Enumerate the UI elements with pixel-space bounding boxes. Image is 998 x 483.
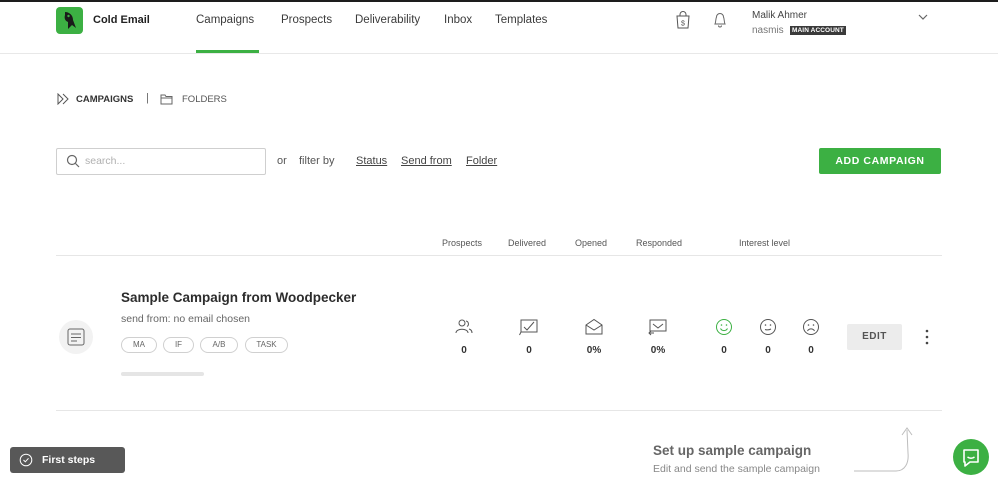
setup-title: Set up sample campaign (653, 443, 812, 458)
breadcrumb-folders[interactable]: FOLDERS (182, 94, 227, 105)
add-campaign-button[interactable]: ADD CAMPAIGN (819, 148, 941, 174)
tag-if: IF (163, 337, 194, 353)
column-prospects: Prospects (442, 238, 483, 248)
filter-folder-link[interactable]: Folder (466, 155, 497, 167)
first-steps-label: First steps (42, 454, 96, 466)
shop-bag-icon[interactable]: $ (673, 10, 693, 30)
breadcrumb-campaigns[interactable]: CAMPAIGNS (76, 94, 133, 105)
top-nav-bar: Cold Email Campaigns Prospects Deliverab… (0, 2, 998, 54)
stat-interested: 0 (721, 345, 727, 356)
campaign-title[interactable]: Sample Campaign from Woodpecker (121, 290, 356, 305)
smile-icon (714, 318, 734, 336)
folder-icon (160, 93, 173, 108)
delivered-icon (519, 318, 539, 336)
edit-campaign-button[interactable]: EDIT (847, 324, 902, 350)
or-label: or (277, 155, 287, 167)
campaign-progress-bar (121, 372, 204, 376)
responded-icon (648, 318, 668, 336)
user-name[interactable]: Malik Ahmer (752, 10, 807, 21)
sad-face-icon (801, 318, 821, 336)
send-from-label: send from: (121, 313, 171, 325)
search-placeholder: search... (85, 155, 126, 167)
stat-prospects: 0 (461, 345, 467, 356)
filter-by-label: filter by (299, 155, 335, 167)
tag-ma: MA (121, 337, 157, 353)
breadcrumb-separator: | (146, 92, 149, 104)
chat-icon[interactable] (953, 439, 989, 475)
svg-text:$: $ (681, 21, 685, 28)
filter-status-link[interactable]: Status (356, 155, 387, 167)
column-delivered: Delivered (508, 238, 547, 248)
divider (56, 410, 942, 411)
stat-maybe: 0 (765, 345, 771, 356)
neutral-face-icon (758, 318, 778, 336)
tag-task: TASK (245, 337, 288, 353)
main-account-badge: MAIN ACCOUNT (790, 26, 846, 35)
more-options-icon[interactable] (922, 327, 932, 347)
opened-envelope-icon (584, 318, 604, 336)
woodpecker-logo-icon[interactable] (56, 7, 83, 34)
nav-templates[interactable]: Templates (495, 14, 547, 26)
bell-icon[interactable] (710, 10, 730, 30)
nav-deliverability[interactable]: Deliverability (355, 14, 420, 26)
nav-inbox[interactable]: Inbox (444, 14, 472, 26)
filter-send-from-link[interactable]: Send from (401, 155, 452, 167)
send-from-value: no email chosen (173, 313, 250, 325)
column-opened: Opened (575, 238, 608, 248)
tag-ab: A/B (200, 337, 238, 353)
campaign-send-from: send from: no email chosen (121, 313, 250, 325)
stat-responded: 0% (650, 345, 666, 356)
column-interest-level: Interest level (739, 238, 791, 248)
check-circle-icon (19, 453, 33, 467)
nav-prospects[interactable]: Prospects (281, 14, 332, 26)
campaign-doc-icon (59, 320, 93, 354)
setup-text: Edit and send the sample campaign (653, 463, 820, 475)
stat-opened: 0% (586, 345, 602, 356)
search-icon (66, 154, 80, 168)
chevron-down-icon[interactable] (916, 10, 930, 24)
curved-arrow-icon (852, 425, 914, 475)
send-icon (57, 92, 70, 108)
brand-name: Cold Email (93, 14, 150, 26)
prospects-icon (454, 318, 474, 336)
divider (56, 255, 942, 256)
nav-campaigns[interactable]: Campaigns (196, 14, 254, 26)
stat-delivered: 0 (526, 345, 532, 356)
column-responded: Responded (636, 238, 683, 248)
user-account-name: nasmis (752, 25, 784, 36)
stat-not-interested: 0 (808, 345, 814, 356)
first-steps-button[interactable]: First steps (10, 447, 125, 473)
active-tab-indicator (196, 50, 259, 53)
